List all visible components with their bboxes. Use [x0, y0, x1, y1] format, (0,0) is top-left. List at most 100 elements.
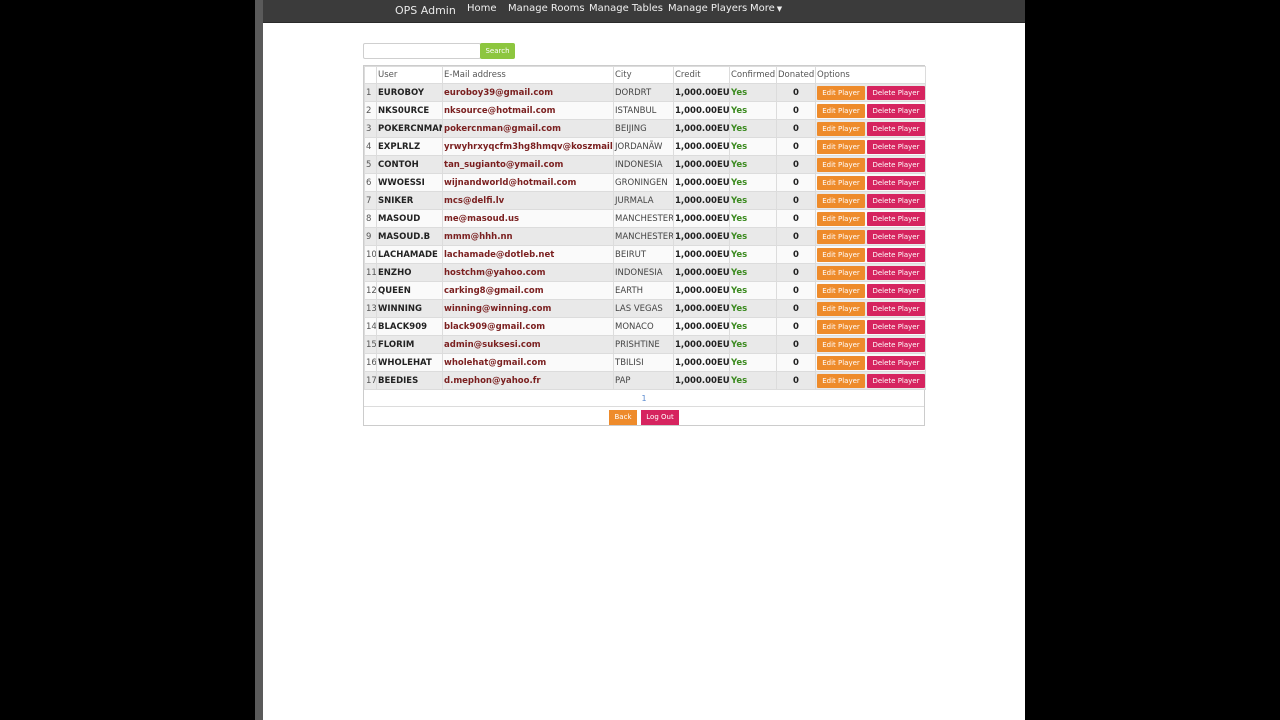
table-row: 10 LACHAMADE lachamade@dotleb.net BEIRUT 1,0… — [364, 245, 926, 264]
edit-player-button[interactable]: Edit Player — [817, 301, 865, 316]
cell-credit: 1,000.00EUR — [673, 83, 730, 102]
search-input[interactable] — [363, 43, 481, 59]
cell-donated: 0 — [776, 173, 816, 192]
cell-donated: 0 — [776, 101, 816, 120]
table-header-row: User E-Mail address City Credit Confirme… — [364, 66, 926, 84]
edit-player-button[interactable]: Edit Player — [817, 211, 865, 226]
edit-player-button[interactable]: Edit Player — [817, 157, 865, 172]
delete-player-button[interactable]: Delete Player — [867, 337, 925, 352]
delete-player-button[interactable]: Delete Player — [867, 283, 925, 298]
delete-player-button[interactable]: Delete Player — [867, 373, 925, 388]
delete-player-button[interactable]: Delete Player — [867, 355, 925, 370]
delete-player-button[interactable]: Delete Player — [867, 157, 925, 172]
cell-confirmed: Yes — [729, 245, 777, 264]
logout-button[interactable]: Log Out — [641, 410, 679, 425]
cell-city: EARTH — [613, 281, 674, 300]
nav-home[interactable]: Home — [467, 3, 497, 14]
row-index: 13 — [364, 299, 377, 318]
table-row: 15 FLORIM admin@suksesi.com PRISHTINE 1,000.… — [364, 335, 926, 354]
cell-donated: 0 — [776, 137, 816, 156]
delete-player-button[interactable]: Delete Player — [867, 103, 925, 118]
cell-donated: 0 — [776, 299, 816, 318]
page-link[interactable]: 1 — [641, 394, 646, 403]
delete-player-button[interactable]: Delete Player — [867, 301, 925, 316]
cell-confirmed: Yes — [729, 191, 777, 210]
delete-player-button[interactable]: Delete Player — [867, 265, 925, 280]
cell-user: NKS0URCE — [376, 101, 443, 120]
cell-user: WHOLEHAT — [376, 353, 443, 372]
cell-credit: 1,000.00EUR — [673, 281, 730, 300]
edit-player-button[interactable]: Edit Player — [817, 337, 865, 352]
delete-player-button[interactable]: Delete Player — [867, 229, 925, 244]
back-button[interactable]: Back — [609, 410, 637, 425]
delete-player-button[interactable]: Delete Player — [867, 247, 925, 262]
edit-player-button[interactable]: Edit Player — [817, 85, 865, 100]
delete-player-button[interactable]: Delete Player — [867, 121, 925, 136]
delete-player-button[interactable]: Delete Player — [867, 211, 925, 226]
cell-options: Edit Player Delete Player — [815, 209, 926, 228]
cell-city: GRONINGEN — [613, 173, 674, 192]
cell-confirmed: Yes — [729, 119, 777, 138]
table-row: 9MASOUD.Bmmm@hhh.nnMANCHESTER1,000.00EUR… — [364, 227, 926, 246]
cell-confirmed: Yes — [729, 83, 777, 102]
table-row: 12 QUEEN carking8@gmail.com EARTH 1,000.00EU… — [364, 281, 926, 300]
cell-user: WWOESSI — [376, 173, 443, 192]
edit-player-button[interactable]: Edit Player — [817, 121, 865, 136]
search-button[interactable]: Search — [480, 43, 515, 59]
cell-confirmed: Yes — [729, 299, 777, 318]
cell-options: Edit Player Delete Player — [815, 317, 926, 336]
delete-player-button[interactable]: Delete Player — [867, 85, 925, 100]
cell-email: black909@gmail.com — [442, 317, 614, 336]
cell-donated: 0 — [776, 335, 816, 354]
edit-player-button[interactable]: Edit Player — [817, 229, 865, 244]
nav-more-dropdown[interactable]: More ▼ — [750, 3, 782, 14]
cell-credit: 1,000.00EUR — [673, 335, 730, 354]
edit-player-button[interactable]: Edit Player — [817, 193, 865, 208]
edit-player-button[interactable]: Edit Player — [817, 265, 865, 280]
cell-credit: 1,000.00EUR — [673, 173, 730, 192]
row-index: 14 — [364, 317, 377, 336]
cell-confirmed: Yes — [729, 317, 777, 336]
nav-manage-rooms[interactable]: Manage Rooms — [508, 3, 585, 14]
cell-confirmed: Yes — [729, 335, 777, 354]
cell-confirmed: Yes — [729, 173, 777, 192]
row-index: 5 — [364, 155, 377, 174]
delete-player-button[interactable]: Delete Player — [867, 139, 925, 154]
cell-donated: 0 — [776, 119, 816, 138]
cell-user: MASOUD — [376, 209, 443, 228]
cell-credit: 1,000.00EUR — [673, 353, 730, 372]
edit-player-button[interactable]: Edit Player — [817, 355, 865, 370]
cell-user: FLORIM — [376, 335, 443, 354]
cell-credit: 1,000.00EUR — [673, 227, 730, 246]
nav-manage-players[interactable]: Manage Players — [668, 3, 747, 14]
edit-player-button[interactable]: Edit Player — [817, 103, 865, 118]
divider — [364, 406, 924, 407]
brand-link[interactable]: OPS Admin — [395, 4, 456, 17]
cell-options: Edit Player Delete Player — [815, 371, 926, 390]
delete-player-button[interactable]: Delete Player — [867, 175, 925, 190]
cell-email: hostchm@yahoo.com — [442, 263, 614, 282]
edit-player-button[interactable]: Edit Player — [817, 373, 865, 388]
cell-city: PRISHTINE — [613, 335, 674, 354]
cell-email: wijnandworld@hotmail.com — [442, 173, 614, 192]
edit-player-button[interactable]: Edit Player — [817, 283, 865, 298]
cell-email: mcs@delfi.lv — [442, 191, 614, 210]
cell-email: mmm@hhh.nn — [442, 227, 614, 246]
nav-manage-tables[interactable]: Manage Tables — [589, 3, 663, 14]
row-index: 8 — [364, 209, 377, 228]
table-row: 16 WHOLEHAT wholehat@gmail.com TBILISI 1,000… — [364, 353, 926, 372]
edit-player-button[interactable]: Edit Player — [817, 175, 865, 190]
header-email: E-Mail address — [442, 66, 614, 84]
table-row: 11 ENZHO hostchm@yahoo.com INDONESIA 1,000.0… — [364, 263, 926, 282]
cell-donated: 0 — [776, 155, 816, 174]
cell-donated: 0 — [776, 83, 816, 102]
edit-player-button[interactable]: Edit Player — [817, 247, 865, 262]
cell-credit: 1,000.00EUR — [673, 101, 730, 120]
cell-city: MANCHESTER — [613, 209, 674, 228]
cell-credit: 1,000.00EUR — [673, 119, 730, 138]
edit-player-button[interactable]: Edit Player — [817, 319, 865, 334]
delete-player-button[interactable]: Delete Player — [867, 319, 925, 334]
cell-email: euroboy39@gmail.com — [442, 83, 614, 102]
edit-player-button[interactable]: Edit Player — [817, 139, 865, 154]
delete-player-button[interactable]: Delete Player — [867, 193, 925, 208]
